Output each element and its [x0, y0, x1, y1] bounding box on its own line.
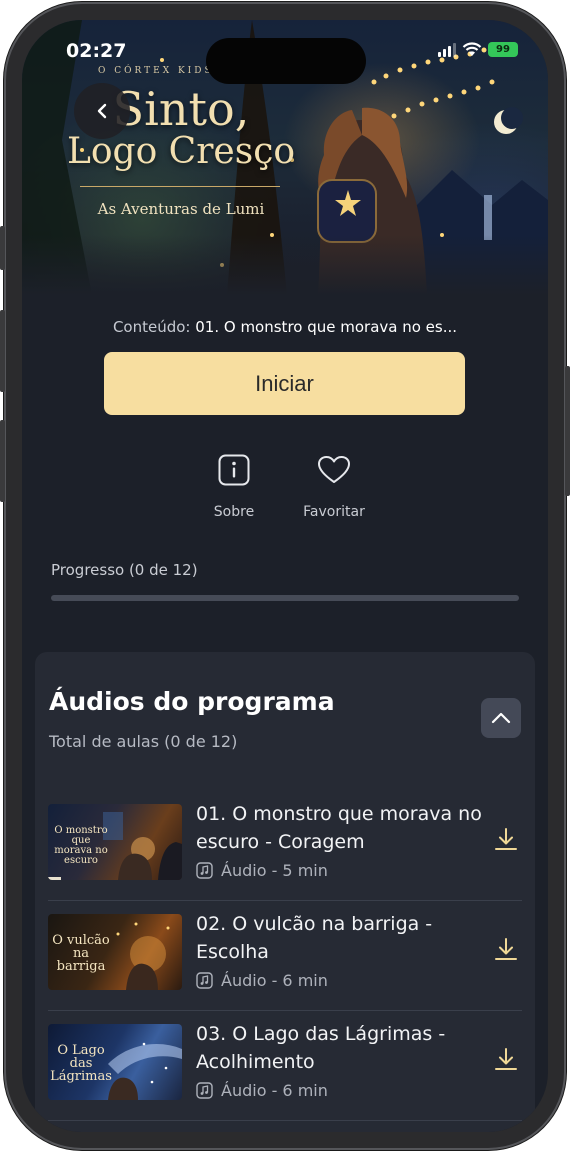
lesson-progress-bar [48, 877, 62, 880]
audio-icon [196, 862, 213, 879]
lesson-item[interactable]: O monstro que morava no escuro 01. O mon… [48, 791, 522, 901]
download-button[interactable] [492, 825, 520, 853]
favorite-button[interactable]: Favoritar [284, 452, 384, 520]
download-button[interactable] [492, 935, 520, 963]
power-button [565, 366, 570, 496]
lesson-thumbnail: O vulcão na barriga [48, 914, 182, 990]
lesson-title: 01. O monstro que morava no escuro - Cor… [196, 803, 482, 853]
cellular-signal-icon [438, 42, 456, 57]
chevron-up-icon [491, 712, 511, 724]
download-icon [495, 1048, 517, 1070]
lesson-title: 02. O vulcão na barriga - Escolha [196, 913, 433, 963]
lesson-meta: Áudio - 6 min [196, 1081, 328, 1100]
lesson-thumbnail-title: O monstro que morava no escuro [54, 825, 108, 866]
program-title-line-2: Logo Cresço [66, 131, 296, 172]
lesson-meta: Áudio - 6 min [196, 971, 328, 990]
section-title: Áudios do programa [49, 687, 335, 716]
content-label: Conteúdo: [112, 318, 191, 336]
lesson-item[interactable]: O vulcão na barriga 02. O vulcão na barr… [48, 901, 522, 1011]
current-content: Conteúdo: 01. O monstro que morava no es… [22, 318, 548, 336]
lesson-thumbnail-title: O vulcão na barriga [52, 933, 110, 974]
lesson-thumbnail: O Lago das Lágrimas [48, 1024, 182, 1100]
dynamic-island [206, 38, 366, 84]
lesson-duration: Áudio - 6 min [221, 971, 328, 990]
start-button[interactable]: Iniciar [104, 352, 465, 415]
status-time: 02:27 [66, 40, 127, 62]
status-icons: 99 [438, 42, 518, 57]
lesson-item[interactable]: O Lago das Lágrimas 03. O Lago das Lágri… [48, 1011, 522, 1121]
wifi-icon [462, 42, 482, 56]
volume-down-button [0, 420, 5, 502]
heart-icon [318, 456, 350, 483]
about-label: Sobre [213, 504, 255, 520]
back-button[interactable] [74, 83, 130, 139]
progress-label: Progresso (0 de 12) [51, 561, 198, 579]
app-screen: O CÓRTEX KIDS Sinto, Logo Cresço As Aven… [22, 20, 548, 1132]
progress-bar [51, 595, 519, 601]
about-button[interactable]: Sobre [184, 452, 284, 520]
audio-list-card: Áudios do programa Total de aulas (0 de … [35, 652, 535, 1132]
lesson-duration: Áudio - 5 min [221, 861, 328, 880]
title-divider [80, 186, 280, 187]
volume-up-button [0, 310, 5, 392]
favorite-label: Favoritar [303, 504, 365, 520]
program-subtitle: As Aventuras de Lumi [97, 200, 265, 218]
lesson-duration: Áudio - 6 min [221, 1081, 328, 1100]
chevron-left-icon [97, 103, 107, 119]
lesson-thumbnail-title: O Lago das Lágrimas [50, 1043, 112, 1084]
download-button[interactable] [492, 1045, 520, 1073]
section-subtitle: Total de aulas (0 de 12) [49, 732, 238, 751]
battery-level: 99 [496, 44, 510, 55]
download-icon [495, 828, 517, 850]
content-value: 01. O monstro que morava no es... [195, 318, 458, 336]
lesson-title: 03. O Lago das Lágrimas - Acolhimento [196, 1023, 446, 1073]
brand-name: O CÓRTEX KIDS [98, 66, 214, 76]
info-icon [218, 454, 250, 486]
mute-switch [0, 226, 5, 270]
audio-icon [196, 1082, 213, 1099]
audio-icon [196, 972, 213, 989]
battery-icon: 99 [488, 42, 518, 57]
lesson-thumbnail: O monstro que morava no escuro [48, 804, 182, 880]
hero-fade [22, 235, 548, 295]
collapse-button[interactable] [481, 698, 521, 738]
lesson-meta: Áudio - 5 min [196, 861, 328, 880]
download-icon [495, 938, 517, 960]
